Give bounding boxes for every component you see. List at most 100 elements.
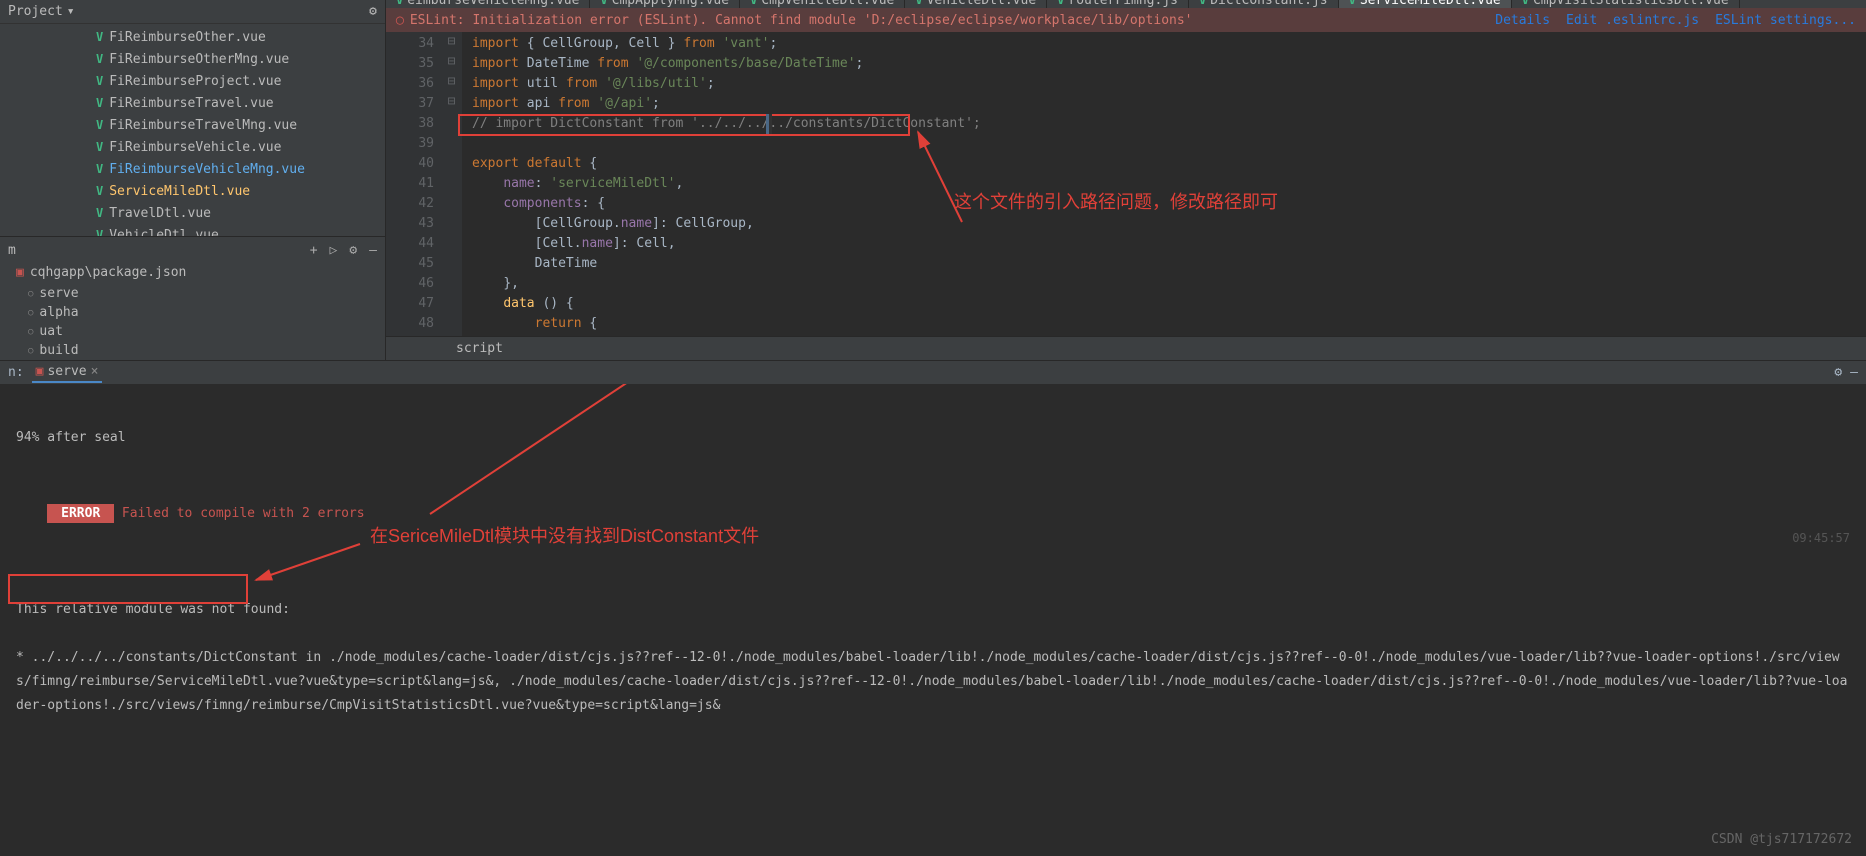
code-line[interactable]: export default { bbox=[472, 154, 1866, 174]
tab-file-icon: V bbox=[1349, 0, 1356, 7]
code-line[interactable]: import util from '@/libs/util'; bbox=[472, 74, 1866, 94]
npm-script-item[interactable]: build bbox=[0, 341, 385, 360]
file-name: FiReimburseTravelMng.vue bbox=[109, 118, 297, 133]
editor-tab[interactable]: VCmpApplyMng.vue bbox=[590, 0, 740, 8]
file-tree-item[interactable]: VFiReimburseTravelMng.vue bbox=[0, 114, 385, 136]
fold-gutter[interactable]: ⊟⊟⊟⊟ bbox=[442, 32, 462, 336]
editor-tab[interactable]: VeimburseVehicleMng.vue bbox=[386, 0, 590, 8]
editor-tab[interactable]: VServiceMileDtl.vue bbox=[1339, 0, 1512, 8]
terminal-error-line: ERROR Failed to compile with 2 errors 09… bbox=[16, 478, 1850, 574]
terminal-hide-icon[interactable] bbox=[1850, 365, 1858, 380]
tab-file-icon: V bbox=[396, 0, 403, 7]
eslint-edit-link[interactable]: Edit .eslintrc.js bbox=[1566, 13, 1699, 28]
npm-gear-icon[interactable] bbox=[349, 243, 357, 258]
file-name: FiReimburseVehicle.vue bbox=[109, 140, 281, 155]
terminal-output[interactable]: 94% after seal ERROR Failed to compile w… bbox=[0, 384, 1866, 856]
error-line-marker bbox=[766, 114, 772, 134]
terminal-tab-serve[interactable]: serve × bbox=[32, 362, 103, 383]
code-line[interactable]: // import DictConstant from '../../../..… bbox=[472, 114, 1866, 134]
code-line[interactable]: return { bbox=[472, 314, 1866, 334]
tab-file-icon: V bbox=[1057, 0, 1064, 7]
terminal-line-seal: 94% after seal bbox=[16, 426, 1850, 450]
code-line[interactable]: }, bbox=[472, 274, 1866, 294]
vue-file-icon: V bbox=[96, 74, 103, 88]
npm-header-label: m bbox=[8, 243, 16, 258]
breadcrumb[interactable]: script bbox=[386, 336, 1866, 360]
sidebar: Project ▾ VFiReimburseOther.vueVFiReimbu… bbox=[0, 0, 386, 360]
vue-file-icon: V bbox=[96, 184, 103, 198]
code-line[interactable]: name: 'serviceMileDtl', bbox=[472, 174, 1866, 194]
terminal-gear-icon[interactable] bbox=[1834, 365, 1842, 380]
file-name: FiReimburseVehicleMng.vue bbox=[109, 162, 305, 177]
npm-package-label: cqhgapp\package.json bbox=[30, 265, 187, 280]
tab-label: routerFimng.js bbox=[1068, 0, 1178, 8]
tab-file-icon: V bbox=[600, 0, 607, 7]
code-line[interactable]: [CellGroup.name]: CellGroup, bbox=[472, 214, 1866, 234]
code-line[interactable]: [Cell.name]: Cell, bbox=[472, 234, 1866, 254]
file-tree: VFiReimburseOther.vueVFiReimburseOtherMn… bbox=[0, 24, 385, 236]
npm-script-item[interactable]: serve bbox=[0, 284, 385, 303]
file-tree-item[interactable]: VVehicleDtl.vue bbox=[0, 224, 385, 236]
file-tree-item[interactable]: VServiceMileDtl.vue bbox=[0, 180, 385, 202]
file-tree-item[interactable]: V FiReimburseProject.vue bbox=[0, 70, 385, 92]
error-badge: ERROR bbox=[47, 504, 114, 523]
tab-file-icon: V bbox=[1199, 0, 1206, 7]
npm-script-item[interactable]: alpha bbox=[0, 303, 385, 322]
vue-file-icon: V bbox=[96, 162, 103, 176]
error-message: Failed to compile with 2 errors bbox=[114, 506, 364, 521]
code-line[interactable]: import api from '@/api'; bbox=[472, 94, 1866, 114]
close-icon[interactable]: × bbox=[91, 364, 99, 379]
file-tree-item[interactable]: VTravelDtl.vue bbox=[0, 202, 385, 224]
tab-label: eimburseVehicleMng.vue bbox=[407, 0, 579, 8]
breadcrumb-item[interactable]: script bbox=[456, 341, 503, 356]
code-line[interactable]: conBean: { CALCU_MONTH: '' }, bbox=[472, 334, 1866, 336]
file-name: TravelDtl.vue bbox=[109, 206, 211, 221]
code-line[interactable] bbox=[472, 134, 1866, 154]
editor-area: VeimburseVehicleMng.vueVCmpApplyMng.vueV… bbox=[386, 0, 1866, 360]
project-title: Project bbox=[8, 4, 63, 19]
gear-icon[interactable] bbox=[369, 4, 377, 19]
file-tree-item[interactable]: V FiReimburseTravel.vue bbox=[0, 92, 385, 114]
package-json-icon bbox=[16, 265, 24, 280]
code-line[interactable]: import DateTime from '@/components/base/… bbox=[472, 54, 1866, 74]
tab-label: DictConstant.js bbox=[1210, 0, 1327, 8]
npm-script-item[interactable]: uat bbox=[0, 322, 385, 341]
project-header: Project ▾ bbox=[0, 0, 385, 24]
tab-file-icon: V bbox=[915, 0, 922, 7]
editor-tab[interactable]: VCmpVisitStatisticsDtl.vue bbox=[1512, 0, 1740, 8]
file-tree-item[interactable]: VFiReimburseOther.vue bbox=[0, 26, 385, 48]
code-line[interactable]: DateTime bbox=[472, 254, 1866, 274]
vue-file-icon: V bbox=[96, 96, 103, 110]
npm-package-file[interactable]: cqhgapp\package.json bbox=[0, 263, 385, 284]
editor-tab[interactable]: V DictConstant.js bbox=[1189, 0, 1339, 8]
eslint-details-link[interactable]: Details bbox=[1495, 13, 1550, 28]
editor-tab[interactable]: V VehicleDtl.vue bbox=[905, 0, 1047, 8]
code-body[interactable]: 这个文件的引入路径问题，修改路径即可 import { CellGroup, C… bbox=[462, 32, 1866, 336]
eslint-error-text: ESLint: Initialization error (ESLint). C… bbox=[410, 13, 1193, 28]
file-tree-item[interactable]: V FiReimburseVehicleMng.vue bbox=[0, 158, 385, 180]
watermark: CSDN @tjs717172672 bbox=[1711, 828, 1852, 852]
eslint-error-icon: ◯ bbox=[396, 13, 404, 28]
npm-run-icon-small bbox=[36, 364, 44, 379]
editor-tab[interactable]: VrouterFimng.js bbox=[1047, 0, 1189, 8]
file-name: FiReimburseProject.vue bbox=[109, 74, 281, 89]
eslint-settings-link[interactable]: ESLint settings... bbox=[1715, 13, 1856, 28]
tab-file-icon: V bbox=[750, 0, 757, 7]
code-area[interactable]: 34353637383940414243444546474849 ⊟⊟⊟⊟ 这个… bbox=[386, 32, 1866, 336]
code-line[interactable]: import { CellGroup, Cell } from 'vant'; bbox=[472, 34, 1866, 54]
npm-run-icon[interactable] bbox=[330, 243, 338, 258]
code-line[interactable]: components: { bbox=[472, 194, 1866, 214]
terminal-path-line: * ../../../../constants/DictConstant in … bbox=[16, 646, 1850, 718]
terminal-tabs: n: serve × bbox=[0, 360, 1866, 384]
editor-tab[interactable]: VCmpVehicleDtl.vue bbox=[740, 0, 905, 8]
file-name: FiReimburseTravel.vue bbox=[109, 96, 273, 111]
terminal-tab-label: serve bbox=[47, 364, 86, 379]
code-line[interactable]: data () { bbox=[472, 294, 1866, 314]
npm-hide-icon[interactable] bbox=[369, 243, 377, 258]
tab-label: VehicleDtl.vue bbox=[927, 0, 1037, 8]
file-tree-item[interactable]: VFiReimburseVehicle.vue bbox=[0, 136, 385, 158]
npm-add-icon[interactable]: + bbox=[310, 243, 318, 258]
file-tree-item[interactable]: VFiReimburseOtherMng.vue bbox=[0, 48, 385, 70]
terminal-notfound-line: This relative module was not found: bbox=[16, 598, 1850, 622]
editor-tabs: VeimburseVehicleMng.vueVCmpApplyMng.vueV… bbox=[386, 0, 1866, 8]
